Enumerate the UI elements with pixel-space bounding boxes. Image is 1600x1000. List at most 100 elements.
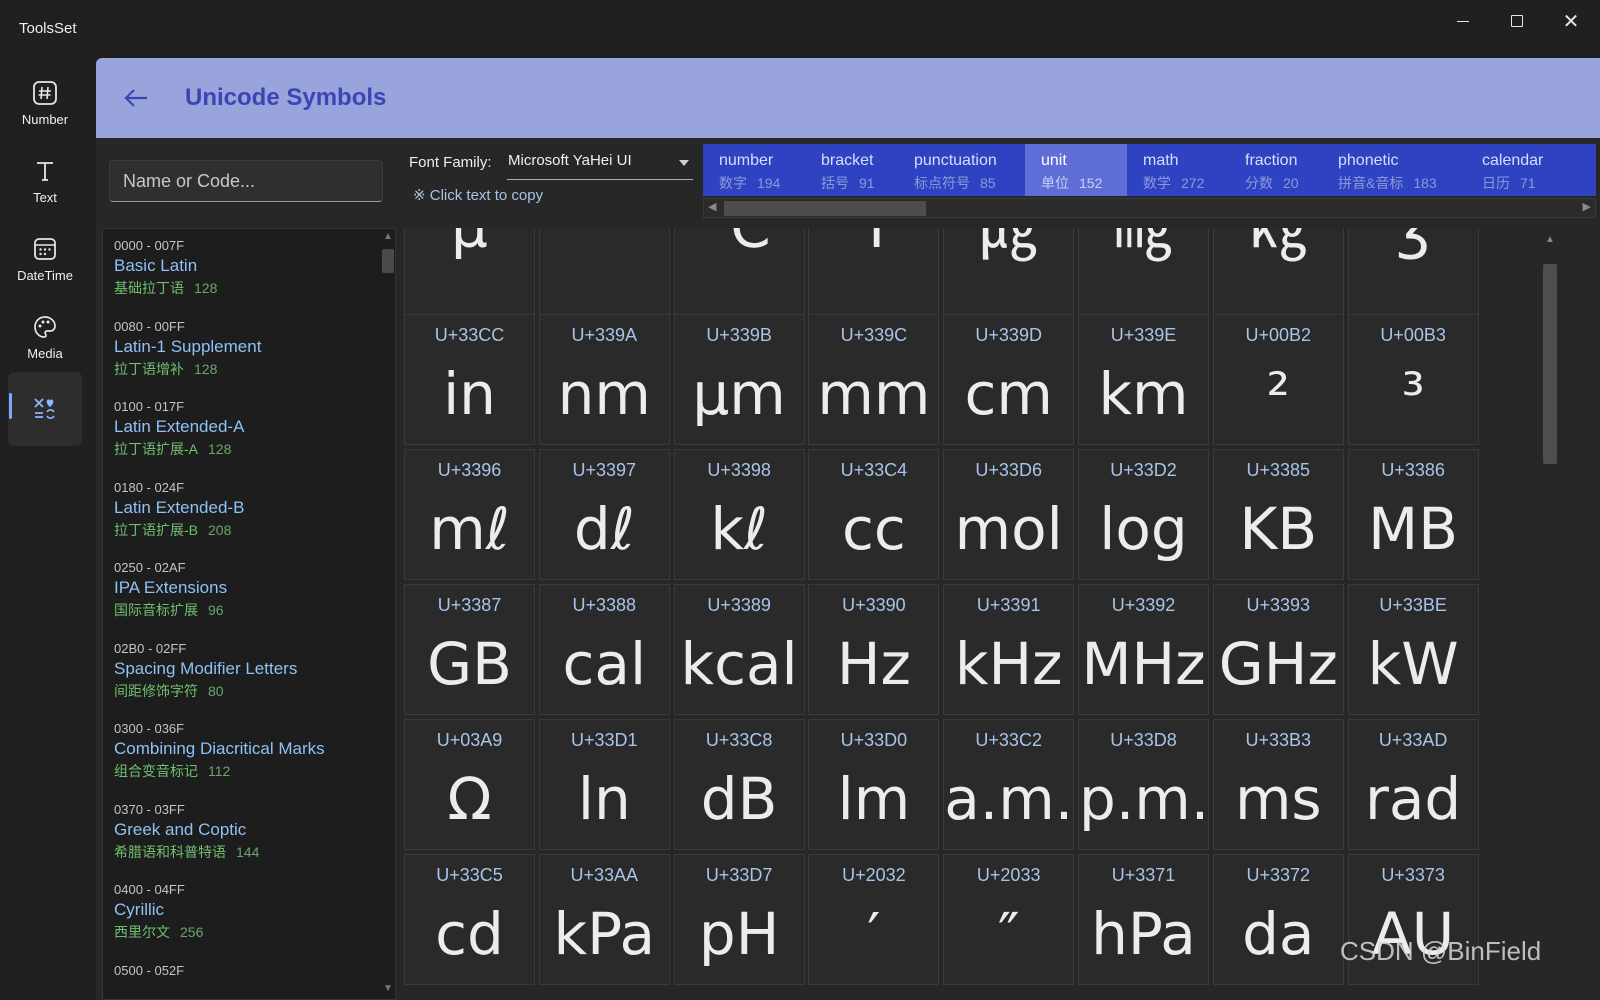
symbol-code[interactable]: U+33D6 bbox=[944, 460, 1073, 481]
symbol-glyph[interactable]: ° bbox=[540, 228, 669, 262]
symbol-cell[interactable]: U+33B3 ms bbox=[1212, 719, 1344, 850]
symbol-glyph[interactable]: dℓ bbox=[540, 494, 669, 564]
symbol-cell[interactable]: U+33AD rad bbox=[1347, 719, 1479, 850]
list-item[interactable]: 0370 - 03FF Greek and Coptic 希腊语和科普特语 144 bbox=[103, 793, 379, 873]
symbol-code[interactable]: U+3386 bbox=[1349, 460, 1478, 481]
symbol-glyph[interactable]: rad bbox=[1349, 764, 1478, 834]
symbol-glyph[interactable]: ′ bbox=[809, 899, 938, 969]
symbol-cell[interactable]: U+3392 MHz bbox=[1078, 584, 1209, 715]
symbol-cell[interactable]: U+33D0 lm bbox=[808, 719, 940, 850]
symbol-glyph[interactable]: a.m. bbox=[944, 764, 1073, 834]
symbol-glyph[interactable]: MHz bbox=[1079, 629, 1208, 699]
tab-number[interactable]: number 数字 194 bbox=[703, 144, 805, 196]
list-item[interactable]: 0080 - 00FF Latin-1 Supplement 拉丁语增补 128 bbox=[103, 310, 379, 390]
symbol-cell[interactable]: ʒ bbox=[1347, 228, 1479, 317]
symbol-cell[interactable]: U+33D2 log bbox=[1078, 449, 1209, 580]
symbol-code[interactable]: U+3397 bbox=[540, 460, 669, 481]
symbol-cell[interactable]: U+33D1 ln bbox=[538, 719, 670, 850]
symbol-glyph[interactable]: pH bbox=[675, 899, 804, 969]
symbol-glyph[interactable]: p.m. bbox=[1079, 764, 1209, 834]
symbol-code[interactable]: U+3398 bbox=[675, 460, 804, 481]
symbol-code[interactable]: U+339A bbox=[540, 325, 669, 346]
symbol-code[interactable]: U+33AA bbox=[540, 865, 669, 886]
symbol-code[interactable]: U+3392 bbox=[1079, 595, 1208, 616]
symbol-glyph[interactable]: nm bbox=[540, 359, 669, 429]
symbol-cell[interactable]: U+3397 dℓ bbox=[538, 449, 670, 580]
symbol-cell[interactable]: U+3391 kHz bbox=[943, 584, 1075, 715]
symbol-code[interactable]: U+33D0 bbox=[809, 730, 938, 751]
symbol-cell[interactable]: U+3371 hPa bbox=[1078, 854, 1209, 985]
symbol-code[interactable]: U+33AD bbox=[1349, 730, 1478, 751]
symbol-cell[interactable]: U+00B2 ² bbox=[1212, 314, 1344, 445]
nav-item-symbols[interactable] bbox=[8, 372, 82, 446]
symbol-cell[interactable]: U+33CC in bbox=[404, 314, 535, 445]
nav-item-media[interactable]: Media bbox=[8, 300, 82, 374]
symbol-cell[interactable]: U+339D cm bbox=[943, 314, 1075, 445]
symbol-glyph[interactable]: hPa bbox=[1079, 899, 1208, 969]
scroll-thumb[interactable] bbox=[724, 201, 926, 216]
symbol-code[interactable]: U+3391 bbox=[944, 595, 1073, 616]
symbol-cell[interactable]: U+339C mm bbox=[808, 314, 940, 445]
symbol-code[interactable]: U+33D2 bbox=[1079, 460, 1208, 481]
symbol-code[interactable]: U+33D8 bbox=[1079, 730, 1208, 751]
symbol-cell[interactable]: U+33D8 p.m. bbox=[1078, 719, 1209, 850]
symbol-glyph[interactable]: kW bbox=[1349, 629, 1478, 699]
symbol-cell[interactable]: U+3390 Hz bbox=[808, 584, 940, 715]
symbol-code[interactable]: U+339C bbox=[809, 325, 938, 346]
scroll-thumb[interactable] bbox=[382, 249, 394, 273]
symbol-cell[interactable]: U+33C8 dB bbox=[673, 719, 805, 850]
symbol-glyph[interactable]: Ω bbox=[405, 764, 534, 834]
symbol-cell[interactable]: ° bbox=[538, 228, 670, 317]
symbol-glyph[interactable]: cc bbox=[809, 494, 938, 564]
symbol-glyph[interactable]: μm bbox=[675, 359, 804, 429]
symbol-cell[interactable]: U+339A nm bbox=[538, 314, 670, 445]
symbol-glyph[interactable]: ㎍ bbox=[944, 228, 1073, 262]
tab-fraction[interactable]: fraction 分数 20 bbox=[1229, 144, 1322, 196]
symbol-code[interactable]: U+33CC bbox=[405, 325, 534, 346]
symbol-code[interactable]: U+3396 bbox=[405, 460, 534, 481]
symbol-glyph[interactable]: km bbox=[1079, 359, 1208, 429]
back-button[interactable] bbox=[120, 82, 152, 114]
list-item[interactable]: 0500 - 052F bbox=[103, 954, 379, 1000]
list-scrollbar[interactable]: ▲ ▼ bbox=[381, 229, 395, 999]
symbol-glyph[interactable]: GHz bbox=[1214, 629, 1343, 699]
scroll-right-icon[interactable]: ▶ bbox=[1583, 200, 1591, 213]
symbol-cell[interactable]: U+33D7 pH bbox=[673, 854, 805, 985]
symbol-cell[interactable]: U+3389 kcal bbox=[673, 584, 805, 715]
symbol-code[interactable]: U+33C5 bbox=[405, 865, 534, 886]
symbol-cell[interactable]: U+2033 ″ bbox=[943, 854, 1075, 985]
minimize-button[interactable] bbox=[1440, 6, 1486, 36]
symbol-glyph[interactable]: dB bbox=[675, 764, 804, 834]
tab-math[interactable]: math 数学 272 bbox=[1127, 144, 1229, 196]
symbol-glyph[interactable]: ² bbox=[1214, 359, 1343, 429]
symbol-glyph[interactable]: ″ bbox=[944, 899, 1073, 969]
symbol-glyph[interactable]: lm bbox=[809, 764, 938, 834]
list-item[interactable]: 0180 - 024F Latin Extended-B 拉丁语扩展-B 208 bbox=[103, 471, 379, 551]
symbol-glyph[interactable]: ℉ bbox=[809, 228, 938, 262]
symbol-glyph[interactable]: GB bbox=[405, 629, 534, 699]
symbol-glyph[interactable]: da bbox=[1214, 899, 1343, 969]
symbol-code[interactable]: U+339E bbox=[1079, 325, 1208, 346]
symbol-cell[interactable]: ㎏ bbox=[1212, 228, 1344, 317]
list-item[interactable]: 0300 - 036F Combining Diacritical Marks 组合… bbox=[103, 712, 379, 792]
symbol-cell[interactable]: U+3386 MB bbox=[1347, 449, 1479, 580]
symbol-cell[interactable]: U+3372 da bbox=[1212, 854, 1344, 985]
symbol-glyph[interactable]: kℓ bbox=[675, 494, 804, 564]
symbol-glyph[interactable]: ³ bbox=[1349, 359, 1478, 429]
symbol-code[interactable]: U+3373 bbox=[1349, 865, 1478, 886]
symbol-glyph[interactable]: cm bbox=[944, 359, 1073, 429]
symbol-cell[interactable]: U+33C4 cc bbox=[808, 449, 940, 580]
grid-scrollbar[interactable]: ▲ bbox=[1540, 230, 1560, 1000]
symbol-cell[interactable]: U+3396 mℓ bbox=[404, 449, 535, 580]
nav-item-number[interactable]: Number bbox=[8, 66, 82, 140]
symbol-glyph[interactable]: kPa bbox=[540, 899, 669, 969]
symbol-code[interactable]: U+339B bbox=[675, 325, 804, 346]
list-item[interactable]: 02B0 - 02FF Spacing Modifier Letters 间距修饰字… bbox=[103, 632, 379, 712]
symbol-cell[interactable]: ℃ bbox=[673, 228, 805, 317]
symbol-glyph[interactable]: Hz bbox=[809, 629, 938, 699]
symbol-glyph[interactable]: mℓ bbox=[405, 494, 534, 564]
symbol-glyph[interactable]: KB bbox=[1214, 494, 1343, 564]
symbol-cell[interactable]: U+3398 kℓ bbox=[673, 449, 805, 580]
tab-punctuation[interactable]: punctuation 标点符号 85 bbox=[898, 144, 1025, 196]
symbol-cell[interactable]: U+33C2 a.m. bbox=[943, 719, 1075, 850]
